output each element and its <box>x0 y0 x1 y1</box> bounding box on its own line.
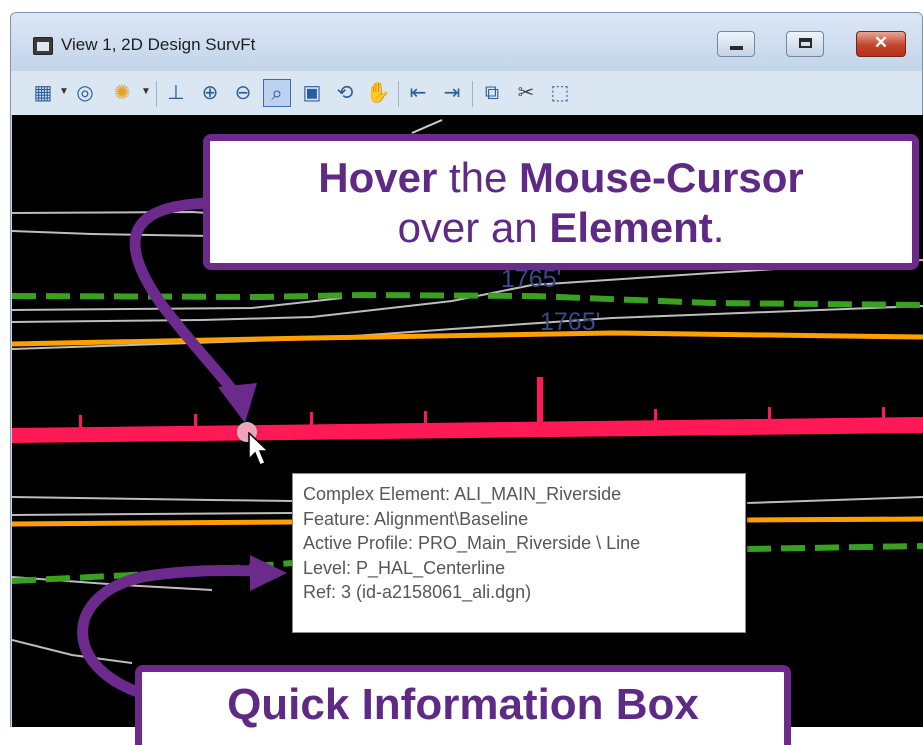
station-tick <box>654 409 657 424</box>
update-view-icon[interactable]: ⊥ <box>162 79 190 107</box>
callout-arrowhead-top <box>218 383 257 423</box>
callout-word-hover: Hover <box>318 154 438 201</box>
callout-text: the <box>437 154 520 201</box>
alignment-centerline <box>12 417 923 443</box>
close-icon: ✕ <box>873 33 889 52</box>
view-attributes-dropdown-icon[interactable]: ▼ <box>59 86 69 97</box>
title-bar[interactable]: View 1, 2D Design SurvFt ✕ <box>11 13 922 71</box>
view-attributes-icon[interactable]: ▦ <box>29 79 57 107</box>
contour-label: 1765' <box>540 308 601 336</box>
orange-edge <box>12 330 923 347</box>
maximize-icon <box>799 38 812 48</box>
contour-line <box>12 512 293 516</box>
station-tick <box>424 411 427 426</box>
previous-view-icon[interactable]: ⇤ <box>404 79 432 107</box>
station-tick-major <box>537 377 543 425</box>
dashed-green-edge <box>746 543 923 552</box>
callout-word-mouse-cursor: Mouse-Cursor <box>519 154 804 201</box>
qi-level: Level: P_HAL_Centerline <box>303 557 506 578</box>
qi-feature: Feature: Alignment\Baseline <box>303 508 529 529</box>
dashed-green-edge <box>12 291 923 308</box>
station-tick <box>310 412 313 427</box>
contour-line <box>12 297 343 311</box>
station-tick <box>768 407 771 422</box>
callout-arrowhead-bottom <box>250 555 287 591</box>
quick-info-label-callout: Quick Information Box <box>135 665 791 745</box>
instruction-callout: Hover the Mouse-Cursor over an Element. <box>203 134 919 270</box>
contour-line <box>12 230 213 237</box>
view-toolbar: ▦ ▼ ◎ ✺ ▼ ⊥ ⊕ ⊖ ⌕ ▣ ⟲ ✋ ⇤ ⇥ ⧉ ✂ ⬚ <box>11 71 922 116</box>
contour-line <box>12 639 133 664</box>
view-window-icon[interactable] <box>33 37 53 55</box>
contour-line <box>411 119 443 134</box>
pan-view-icon[interactable]: ✋ <box>364 79 392 107</box>
station-tick <box>194 414 197 429</box>
rotate-view-icon[interactable]: ⟲ <box>331 79 359 107</box>
qi-complex-element: Complex Element: ALI_MAIN_Riverside <box>303 484 622 504</box>
zoom-out-icon[interactable]: ⊖ <box>229 79 257 107</box>
window-area-icon[interactable]: ⌕ <box>263 79 291 107</box>
toolbar-separator <box>156 81 157 107</box>
copy-view-icon[interactable]: ⧉ <box>478 79 506 107</box>
qi-active-profile: Active Profile: PRO_Main_Riverside \ Lin… <box>303 533 641 553</box>
minimize-icon <box>730 46 743 50</box>
toolbar-separator <box>472 81 473 107</box>
toolbar-separator <box>398 81 399 107</box>
callout-text: over an <box>397 204 550 251</box>
callout-period: . <box>712 204 725 251</box>
quick-information-box: Complex Element: ALI_MAIN_Riverside Feat… <box>292 473 746 633</box>
orange-edge <box>12 519 293 527</box>
contour-line <box>12 496 293 502</box>
orange-edge <box>746 516 923 523</box>
fit-view-icon[interactable]: ▣ <box>298 79 326 107</box>
lighting-dropdown-icon[interactable]: ▼ <box>141 86 151 97</box>
window-title: View 1, 2D Design SurvFt <box>61 35 256 54</box>
clip-mask-icon[interactable]: ⬚ <box>546 79 574 107</box>
qi-ref: Ref: 3 (id-a2158061_ali.dgn) <box>303 582 532 602</box>
lighting-icon[interactable]: ✺ <box>108 79 136 107</box>
mouse-cursor-icon <box>248 432 270 466</box>
callout-word-element: Element <box>549 204 713 251</box>
station-tick <box>882 407 885 422</box>
next-view-icon[interactable]: ⇥ <box>438 79 466 107</box>
clip-volume-icon[interactable]: ✂ <box>512 79 540 107</box>
close-button[interactable]: ✕ <box>856 31 906 57</box>
contour-line <box>746 496 923 504</box>
display-style-icon[interactable]: ◎ <box>71 79 99 107</box>
station-tick <box>79 415 82 430</box>
zoom-in-icon[interactable]: ⊕ <box>196 79 224 107</box>
minimize-button[interactable] <box>717 31 755 57</box>
maximize-button[interactable] <box>786 31 824 57</box>
